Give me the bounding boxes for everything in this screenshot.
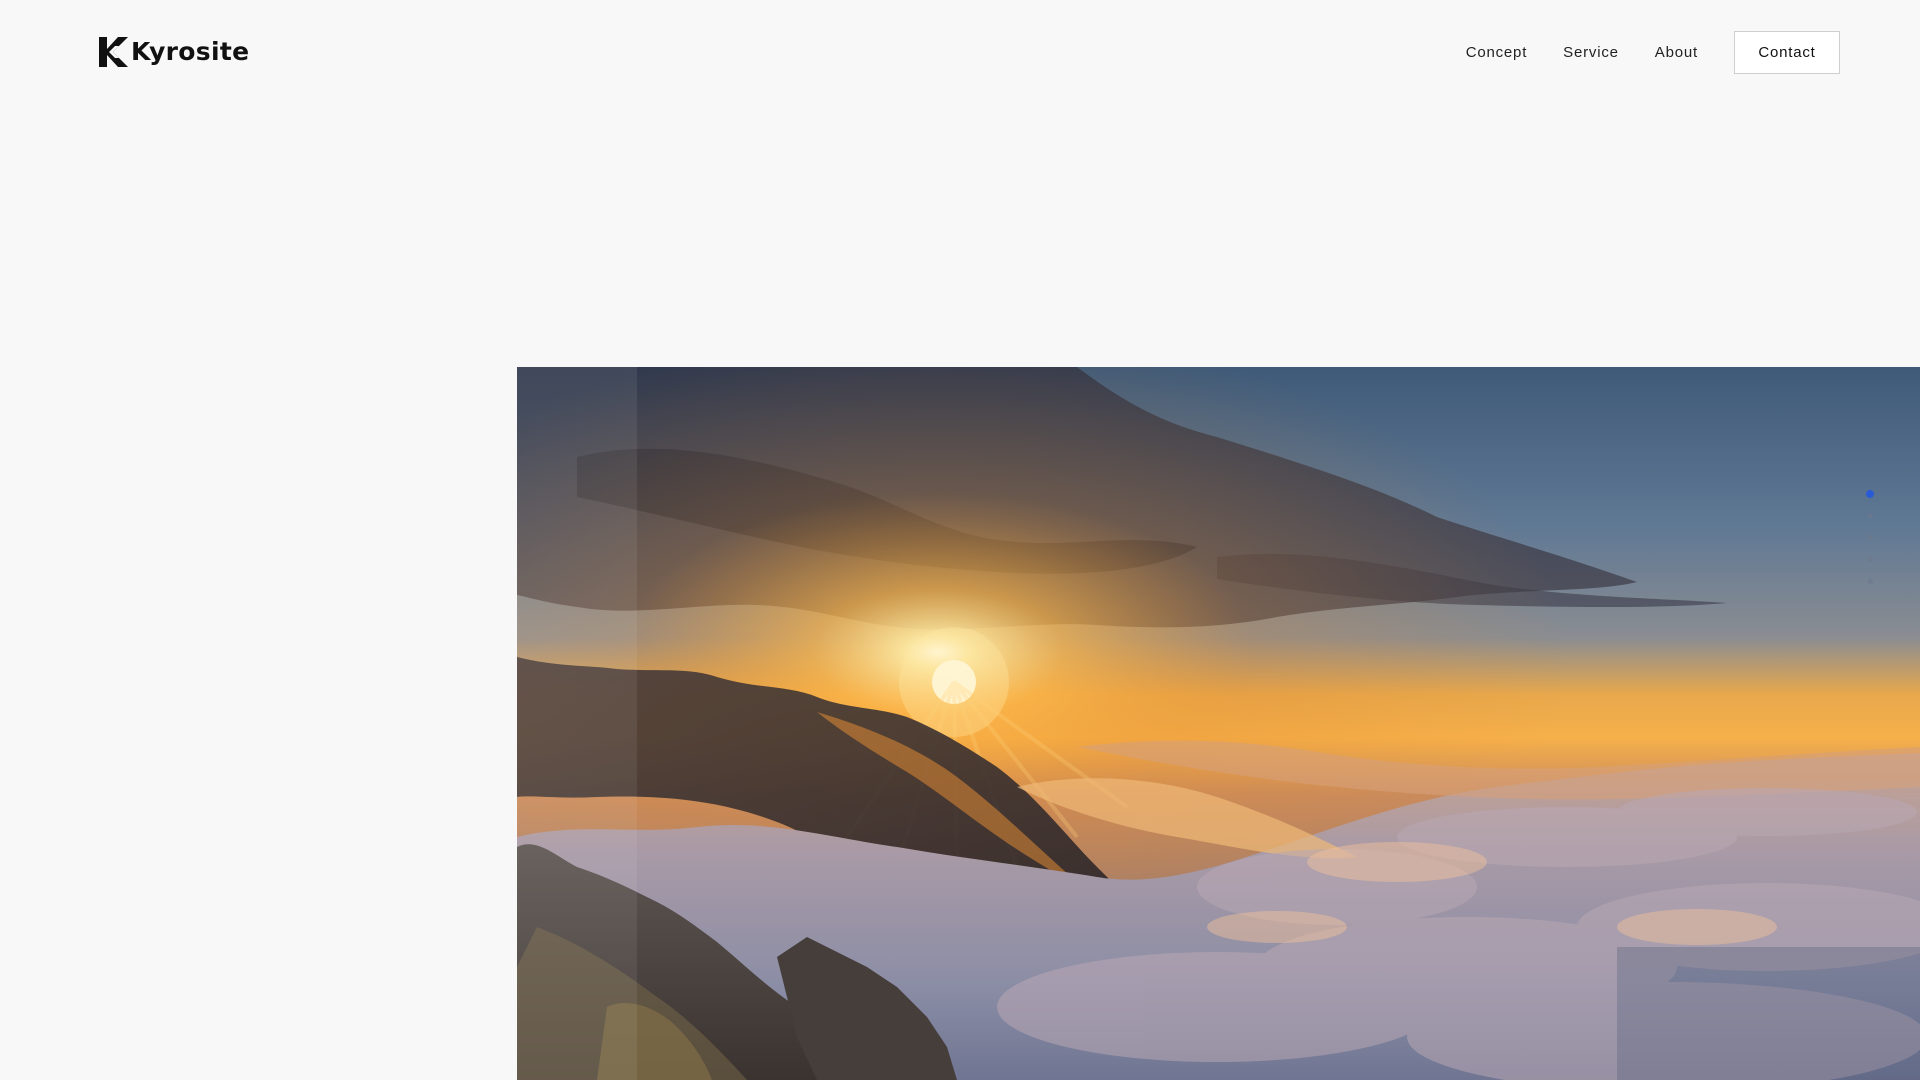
nav-concept[interactable]: Concept [1466, 44, 1527, 61]
site-header: Kyrosite Concept Service About Contact [0, 0, 1920, 104]
hero-image [517, 367, 1920, 1080]
main-nav: Concept Service About Contact [1466, 30, 1840, 74]
pager-dot-4[interactable] [1867, 557, 1873, 562]
hero-slider [517, 367, 1920, 1080]
nav-service[interactable]: Service [1563, 44, 1619, 61]
contact-button[interactable]: Contact [1734, 30, 1840, 74]
brand-name: Kyrosite [131, 37, 250, 66]
pager-dot-1[interactable] [1866, 490, 1874, 498]
nav-about[interactable]: About [1655, 44, 1698, 61]
logo-link[interactable]: Kyrosite [98, 36, 249, 68]
pager-dot-5[interactable] [1867, 579, 1873, 584]
slide-pager [1864, 490, 1876, 601]
pager-dot-2[interactable] [1867, 513, 1873, 518]
page: Kyrosite Concept Service About Contact [0, 0, 1920, 1080]
logo-k-icon [99, 37, 128, 67]
pager-dot-3[interactable] [1867, 535, 1873, 540]
